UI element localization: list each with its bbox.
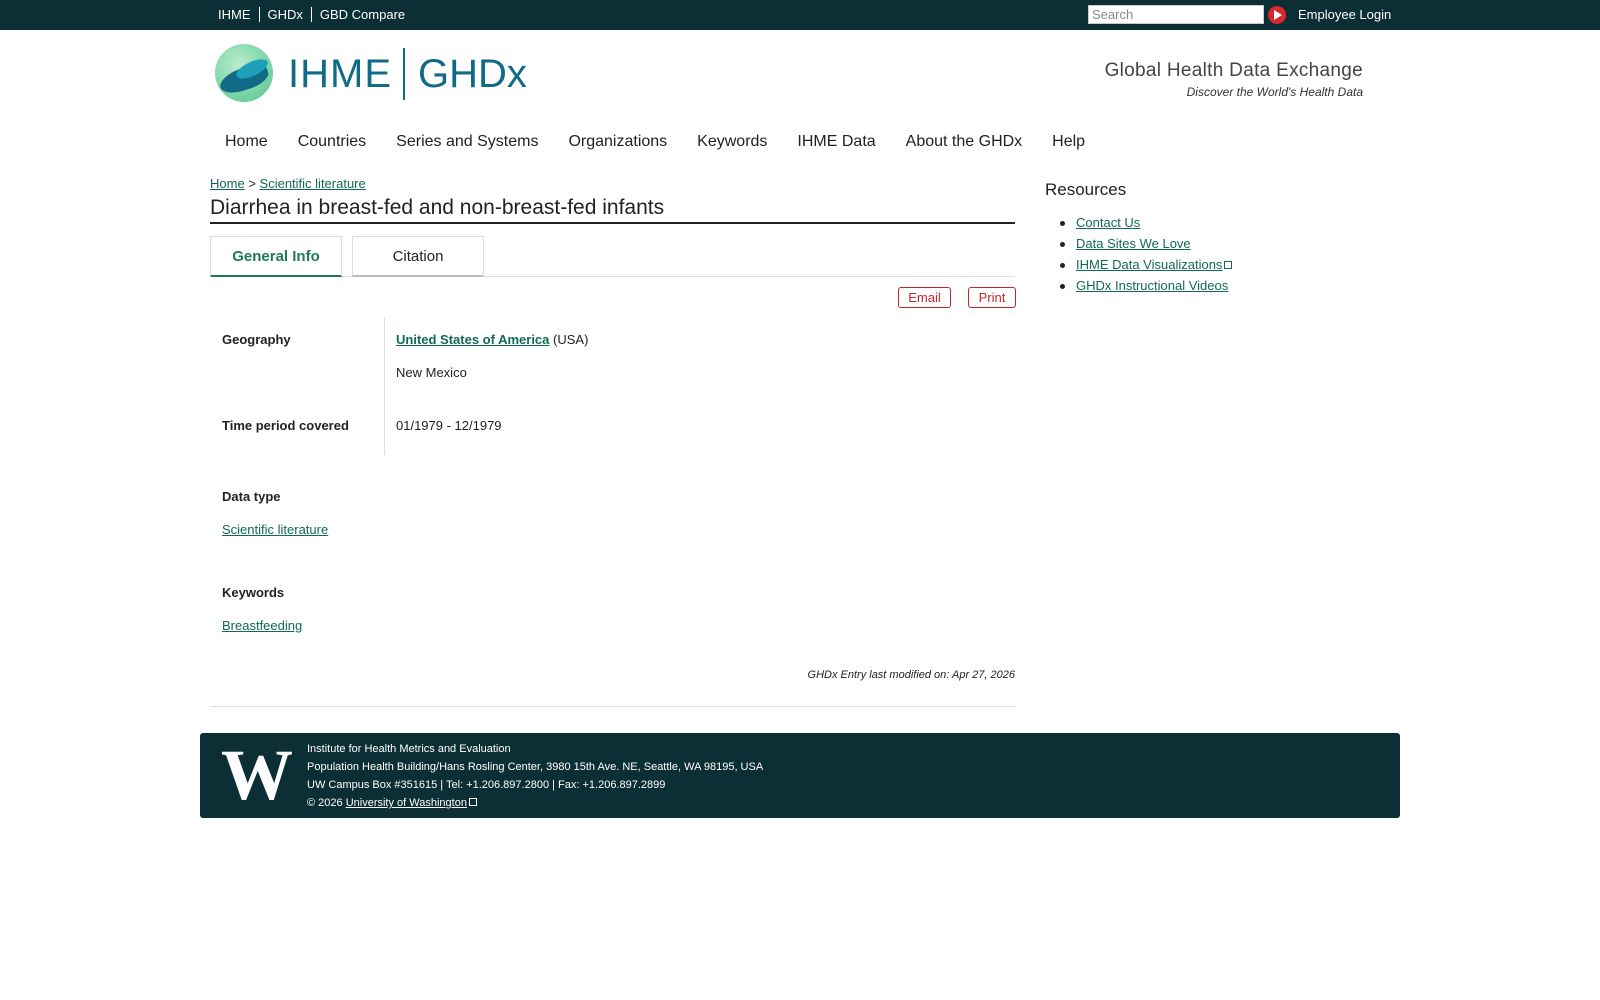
tab-citation[interactable]: Citation <box>352 236 484 277</box>
logo-ghdx-text[interactable]: GHDx <box>418 52 527 97</box>
keywords-label: Keywords <box>222 585 285 600</box>
resource-ihme-visualizations[interactable]: IHME Data Visualizations <box>1076 257 1222 272</box>
breadcrumb-current-link[interactable]: Scientific literature <box>260 176 366 191</box>
field-divider <box>384 317 385 455</box>
top-link-ihme[interactable]: IHME <box>218 7 251 22</box>
breadcrumb-home-link[interactable]: Home <box>210 176 245 191</box>
content-divider <box>210 706 1015 707</box>
geography-region: New Mexico <box>396 365 467 380</box>
footer-text: Institute for Health Metrics and Evaluat… <box>307 740 763 812</box>
footer-contact: UW Campus Box #351615 | Tel: +1.206.897.… <box>307 779 666 791</box>
logo-ihme-text[interactable]: IHME <box>288 52 392 97</box>
footer-address: Population Health Building/Hans Rosling … <box>307 761 764 773</box>
time-period-label: Time period covered <box>222 418 349 433</box>
footer: W Institute for Health Metrics and Evalu… <box>200 733 1400 818</box>
data-type-label: Data type <box>222 489 281 504</box>
nav-help[interactable]: Help <box>1052 133 1085 151</box>
resource-data-sites[interactable]: Data Sites We Love <box>1076 236 1191 251</box>
footer-copyright-line: © 2026 University of Washington <box>307 794 763 812</box>
nav-countries[interactable]: Countries <box>298 133 366 151</box>
top-link-ghdx[interactable]: GHDx <box>268 7 303 22</box>
footer-copyright: © 2026 <box>307 797 343 809</box>
data-type-link[interactable]: Scientific literature <box>222 522 328 537</box>
nav-ihme-data[interactable]: IHME Data <box>797 133 875 151</box>
separator <box>258 7 260 22</box>
breadcrumb: Home > Scientific literature <box>210 176 366 191</box>
tab-bar: General Info Citation <box>210 236 1015 277</box>
resource-contact-us[interactable]: Contact Us <box>1076 215 1140 230</box>
site-tagline-title: Global Health Data Exchange <box>1104 60 1363 81</box>
uw-logo[interactable]: W <box>214 739 298 811</box>
main-nav: Home Countries Series and Systems Organi… <box>225 133 1115 151</box>
resource-instructional-videos[interactable]: GHDx Instructional Videos <box>1076 278 1228 293</box>
keyword-link[interactable]: Breastfeeding <box>222 618 302 633</box>
footer-institute: Institute for Health Metrics and Evaluat… <box>307 743 511 755</box>
search-input[interactable] <box>1088 5 1264 24</box>
separator <box>310 7 312 22</box>
page-title: Diarrhea in breast-fed and non-breast-fe… <box>210 196 1015 224</box>
external-link-icon <box>1224 261 1233 269</box>
resources-list: Contact Us Data Sites We Love IHME Data … <box>1060 215 1233 299</box>
tab-general-info[interactable]: General Info <box>210 236 342 277</box>
last-modified-note: GHDx Entry last modified on: Apr 27, 202… <box>807 669 1015 681</box>
nav-series-and-systems[interactable]: Series and Systems <box>396 133 538 151</box>
breadcrumb-separator: > <box>248 176 256 191</box>
country-link[interactable]: United States of America <box>396 332 549 347</box>
list-item: GHDx Instructional Videos <box>1060 278 1232 299</box>
top-link-gbd-compare[interactable]: GBD Compare <box>320 7 405 22</box>
list-item: Data Sites We Love <box>1060 236 1232 257</box>
time-period-value: 01/1979 - 12/1979 <box>396 418 502 433</box>
resources-title: Resources <box>1045 180 1127 199</box>
nav-keywords[interactable]: Keywords <box>697 133 767 151</box>
top-links: IHME GHDx GBD Compare <box>218 7 405 22</box>
external-link-icon <box>468 798 477 806</box>
uw-link[interactable]: University of Washington <box>346 797 467 809</box>
nav-about-the-ghdx[interactable]: About the GHDx <box>906 133 1023 151</box>
geography-label: Geography <box>222 332 291 347</box>
top-bar: IHME GHDx GBD Compare Employee Login <box>0 0 1600 30</box>
employee-login-link[interactable]: Employee Login <box>1298 7 1391 22</box>
geography-value: United States of America (USA) <box>396 332 588 347</box>
email-button[interactable]: Email <box>898 287 951 308</box>
print-button[interactable]: Print <box>968 287 1016 308</box>
list-item: IHME Data Visualizations <box>1060 257 1233 278</box>
ihme-logo-icon[interactable] <box>215 44 273 102</box>
nav-organizations[interactable]: Organizations <box>568 133 667 151</box>
country-code: (USA) <box>553 332 589 347</box>
list-item: Contact Us <box>1060 215 1232 236</box>
site-tagline-subtitle: Discover the World's Health Data <box>1186 85 1363 99</box>
logo-divider <box>403 48 405 100</box>
search-go-icon[interactable] <box>1268 6 1286 24</box>
nav-home[interactable]: Home <box>225 133 268 151</box>
